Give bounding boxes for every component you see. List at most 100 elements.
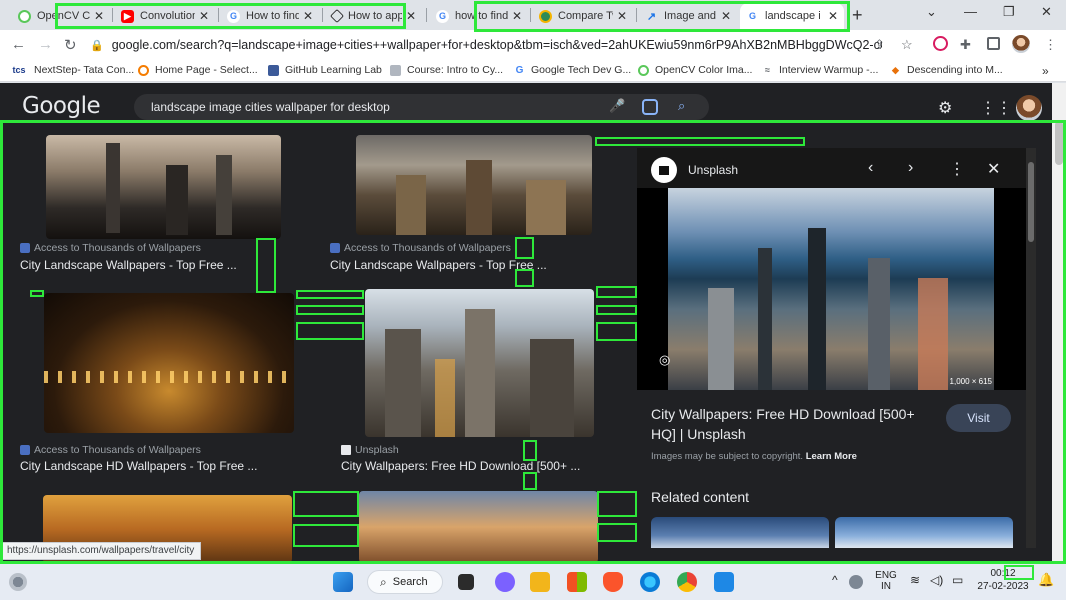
windows-taskbar: ⌕ Search ^ ENG IN ≋ ◁) ▭ 00:12 27-02-202… xyxy=(0,563,1066,600)
language-code: ENG xyxy=(875,570,897,581)
microsoft-store-icon[interactable] xyxy=(567,572,587,592)
minimize-icon[interactable]: — xyxy=(964,4,977,19)
highlight-box xyxy=(256,238,276,293)
bookmark-item[interactable]: ≈ Interview Warmup -... xyxy=(762,64,878,76)
search-icon[interactable]: ⌕ xyxy=(678,98,685,114)
highlight-box xyxy=(293,491,359,517)
bookmark-item[interactable]: GitHub Learning Lab xyxy=(268,64,382,76)
bookmark-item[interactable]: Home Page - Select... xyxy=(138,64,258,76)
region-code: IN xyxy=(881,581,891,592)
highlight-box xyxy=(296,290,364,299)
edge-browser-icon[interactable] xyxy=(640,572,660,592)
back-icon[interactable]: ← xyxy=(11,36,26,53)
search-icon: ⌕ xyxy=(380,574,387,589)
chrome-browser-icon[interactable] xyxy=(677,572,697,592)
volume-icon[interactable]: ◁) xyxy=(930,574,943,586)
extension-record-icon[interactable] xyxy=(933,36,948,51)
highlight-box xyxy=(1004,565,1034,580)
notification-bell-icon[interactable]: 🔔 xyxy=(1038,573,1054,586)
file-explorer-icon[interactable] xyxy=(530,572,550,592)
lens-search-icon[interactable] xyxy=(642,99,658,115)
task-view-icon[interactable] xyxy=(458,574,474,590)
highlight-box xyxy=(515,269,534,287)
voice-search-icon[interactable]: 🎤 xyxy=(609,98,625,114)
highlight-box xyxy=(293,524,359,547)
bookmark-item[interactable]: OpenCV Color Ima... xyxy=(638,64,752,76)
reload-icon[interactable]: ↻ xyxy=(64,36,77,54)
menu-dots-icon[interactable]: ⋮ xyxy=(1044,37,1057,53)
search-box[interactable]: landscape image cities wallpaper for des… xyxy=(134,94,709,120)
warmup-icon: ≈ xyxy=(765,65,770,75)
settings-gear-icon[interactable]: ⚙ xyxy=(938,98,952,118)
bookmark-label: GitHub Learning Lab xyxy=(285,64,382,76)
highlight-box xyxy=(597,523,637,542)
search-input[interactable]: landscape image cities wallpaper for des… xyxy=(151,100,390,114)
bookmark-label: OpenCV Color Ima... xyxy=(655,64,753,76)
highlight-box xyxy=(523,472,537,490)
opencv-favicon-icon xyxy=(18,9,31,23)
restore-icon[interactable]: ❐ xyxy=(1003,4,1015,20)
highlight-box xyxy=(595,137,805,146)
bookmark-item[interactable]: Course: Intro to Cy... xyxy=(390,64,503,76)
taskbar-search[interactable]: ⌕ Search xyxy=(367,570,443,594)
side-panel-icon[interactable] xyxy=(987,37,1000,50)
account-avatar[interactable] xyxy=(1016,95,1042,121)
share-icon[interactable]: ⇪ xyxy=(874,37,885,53)
forward-icon[interactable]: → xyxy=(38,36,53,53)
highlight-box xyxy=(296,305,364,315)
close-icon[interactable]: ✕ xyxy=(406,9,416,23)
network-alert-icon[interactable] xyxy=(849,575,863,589)
highlight-box xyxy=(55,3,406,29)
google-favicon-icon: G xyxy=(436,9,449,23)
google-logo[interactable]: Google xyxy=(22,93,101,119)
language-indicator[interactable]: ENG IN xyxy=(874,570,898,592)
new-tab-icon[interactable]: + xyxy=(852,5,863,26)
highlight-box xyxy=(597,491,637,517)
address-bar[interactable]: 🔒 google.com/search?q=landscape+image+ci… xyxy=(90,33,927,57)
taskbar-search-label: Search xyxy=(392,576,428,588)
opencv-icon xyxy=(638,64,649,76)
lock-icon[interactable]: 🔒 xyxy=(90,39,104,52)
bookmark-item[interactable]: ◆ Descending into M... xyxy=(890,64,1003,76)
vscode-icon[interactable] xyxy=(714,572,734,592)
tab-separator xyxy=(426,8,427,22)
highlight-box xyxy=(523,440,537,461)
start-windows-icon[interactable] xyxy=(333,572,353,592)
highlight-box xyxy=(474,1,850,32)
battery-icon[interactable]: ▭ xyxy=(952,574,963,586)
bookmark-label: Google Tech Dev G... xyxy=(531,64,632,76)
bookmark-label: Descending into M... xyxy=(907,64,1003,76)
highlight-box xyxy=(596,322,637,341)
google-icon: G xyxy=(515,64,524,76)
clock-date: 27-02-2023 xyxy=(977,581,1029,592)
highlight-box xyxy=(596,286,637,298)
bookmark-label: Interview Warmup -... xyxy=(779,64,879,76)
bookmarks-bar: tcs NextStep- Tata Con... Home Page - Se… xyxy=(0,60,1066,82)
profile-avatar[interactable] xyxy=(1012,35,1030,53)
tab-search-chevron-icon[interactable]: ⌄ xyxy=(926,4,937,20)
ml-icon: ◆ xyxy=(892,64,899,75)
highlight-box xyxy=(296,322,364,340)
highlight-box xyxy=(0,120,1066,564)
teams-chat-icon[interactable] xyxy=(495,572,515,592)
github-icon xyxy=(268,64,279,76)
highlight-box xyxy=(30,290,44,297)
url-text[interactable]: google.com/search?q=landscape+image+citi… xyxy=(112,38,882,52)
bookmark-item[interactable]: G Google Tech Dev G... xyxy=(514,64,632,76)
extensions-puzzle-icon[interactable]: ✚ xyxy=(960,37,971,53)
tray-overflow-icon[interactable]: ^ xyxy=(832,574,838,586)
screen: OpenCV Co ✕ ▶ Convolution ✕ G How to fin… xyxy=(0,0,1066,600)
bookmark-label: NextStep- Tata Con... xyxy=(34,64,135,76)
bookmark-label: Course: Intro to Cy... xyxy=(407,64,504,76)
brave-browser-icon[interactable] xyxy=(603,572,623,592)
wifi-icon[interactable]: ≋ xyxy=(910,574,920,586)
bookmarks-overflow-icon[interactable]: » xyxy=(1042,64,1049,78)
highlight-box xyxy=(596,305,637,315)
weather-widget-icon[interactable] xyxy=(9,573,27,591)
bookmark-item[interactable]: tcs NextStep- Tata Con... xyxy=(10,64,134,76)
highlight-box xyxy=(515,237,534,259)
window-close-icon[interactable]: ✕ xyxy=(1041,4,1052,20)
home-icon xyxy=(138,64,149,76)
browser-toolbar: ← → ↻ 🔒 google.com/search?q=landscape+im… xyxy=(0,30,1066,60)
bookmark-star-icon[interactable]: ☆ xyxy=(901,37,913,53)
